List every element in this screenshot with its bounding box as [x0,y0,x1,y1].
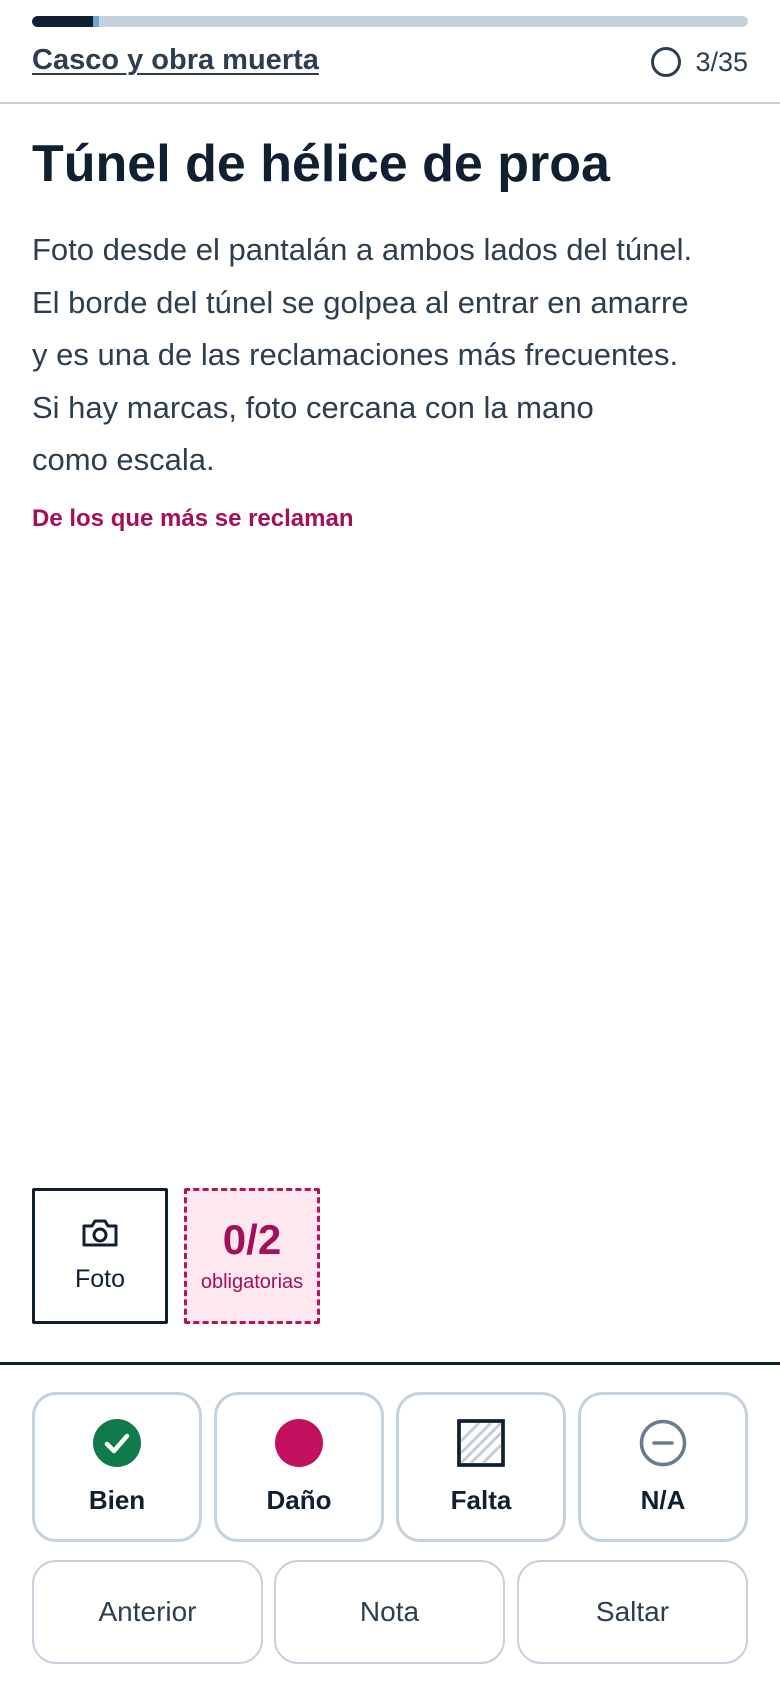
description-line: El borde del túnel se golpea al entrar e… [32,284,689,320]
item-description: Foto desde el pantalán a ambos lados del… [32,224,752,487]
status-ok-button[interactable]: Bien [32,1392,202,1542]
skip-button[interactable]: Saltar [517,1560,748,1664]
required-photos-count: 0/2 [222,1215,282,1263]
camera-icon [81,1218,119,1253]
filled-dot-icon [275,1419,323,1467]
status-damage-button[interactable]: Daño [214,1392,384,1542]
required-photos-label: obligatorias [200,1270,304,1293]
actions-divider [0,1362,780,1365]
previous-button[interactable]: Anterior [32,1560,263,1664]
progress-bar-fill [32,16,94,27]
description-line: como escala. [32,442,215,477]
progress-bar-marker [93,16,100,27]
item-counter-text: 3/35 [695,46,748,77]
item-title: Túnel de hélice de proa [32,135,610,193]
check-circle-icon [93,1419,141,1467]
status-not-applicable-label: N/A [640,1485,686,1515]
description-line: y es una de las reclamaciones más frecue… [32,337,679,372]
section-header: Casco y obra muerta 3/35 [32,42,748,82]
header-divider [0,102,780,104]
description-line: Foto desde el pantalán a ambos lados del… [32,232,693,267]
progress-bar [32,16,748,27]
note-button[interactable]: Nota [274,1560,505,1664]
empty-status-circle-icon [651,47,682,77]
description-line: Si hay marcas, foto cercana con la mano [32,389,594,425]
status-damage-label: Daño [266,1485,332,1515]
frequent-claim-note: De los que más se reclaman [32,505,354,532]
status-not-applicable-button[interactable]: N/A [578,1392,748,1542]
minus-circle-icon [639,1419,687,1467]
item-counter: 3/35 [651,42,748,82]
section-link[interactable]: Casco y obra muerta [32,44,319,77]
take-photo-button[interactable]: Foto [32,1188,168,1324]
required-photos-counter: 0/2 obligatorias [184,1188,320,1324]
status-missing-label: Falta [450,1485,512,1515]
status-missing-button[interactable]: Falta [396,1392,566,1542]
hatched-square-icon [457,1419,505,1467]
status-ok-label: Bien [88,1485,146,1515]
take-photo-label: Foto [74,1265,126,1293]
